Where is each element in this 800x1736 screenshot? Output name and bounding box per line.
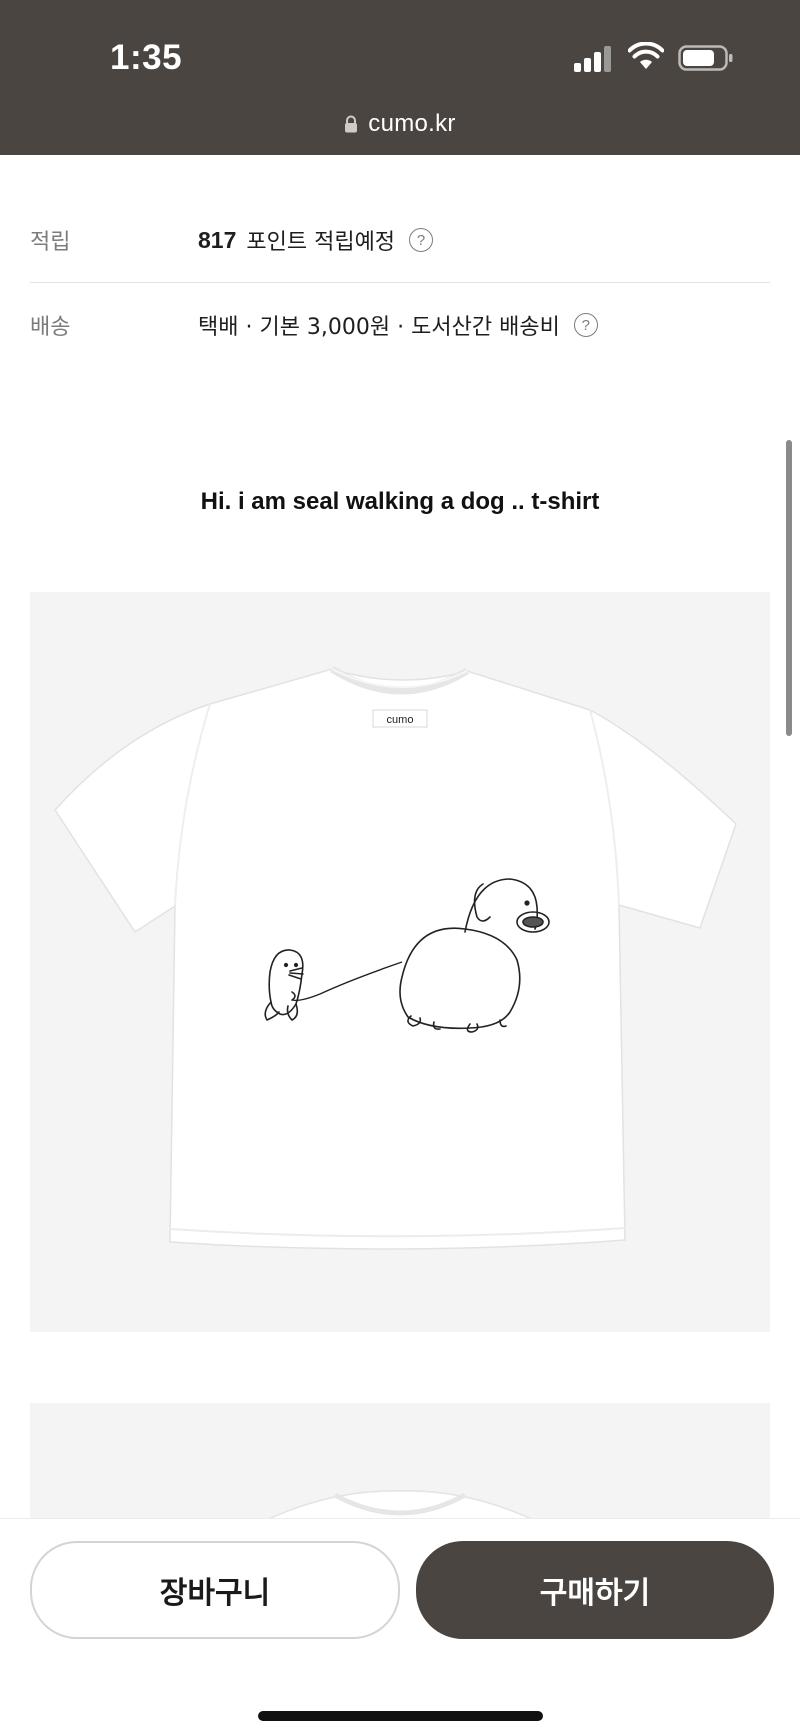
cellular-signal-icon	[574, 44, 612, 72]
status-time: 1:35	[110, 38, 183, 77]
add-to-cart-button[interactable]: 장바구니	[30, 1541, 400, 1639]
product-image-2	[30, 1403, 770, 1523]
shipping-row: 배송 택배 · 기본 3,000원 · 도서산간 배송비 ?	[30, 283, 770, 367]
reward-label: 적립	[30, 230, 71, 255]
reward-help-icon[interactable]: ?	[409, 228, 434, 252]
product-title: Hi. i am seal walking a dog .. t-shirt	[200, 488, 600, 515]
t-shirt-collar-preview	[259, 1490, 541, 1523]
shipping-value: 택배 · 기본 3,000원 · 도서산간 배송비 ?	[198, 309, 598, 341]
scroll-indicator[interactable]	[786, 440, 792, 736]
shipping-text: 택배 · 기본 3,000원 · 도서산간 배송비	[198, 315, 560, 340]
url-text: cumo.kr	[368, 110, 456, 137]
home-indicator[interactable]	[258, 1711, 543, 1721]
wifi-icon	[628, 42, 664, 69]
reward-points: 817	[198, 226, 237, 253]
address-bar[interactable]: cumo.kr	[0, 106, 800, 142]
shipping-help-icon[interactable]: ?	[573, 313, 598, 337]
reward-row: 적립 817 포인트 적립예정 ?	[30, 198, 770, 283]
product-image: cumo	[30, 592, 770, 1332]
shipping-label: 배송	[30, 315, 71, 340]
buy-now-button[interactable]: 구매하기	[416, 1541, 774, 1639]
battery-icon	[678, 45, 733, 71]
reward-value: 817 포인트 적립예정 ?	[198, 224, 434, 256]
lock-icon	[345, 115, 358, 133]
bottom-action-bar: 장바구니 구매하기	[0, 1518, 800, 1736]
browser-top-bar: 1:35 cumo.kr	[0, 0, 800, 155]
neck-tag-text: cumo	[387, 714, 414, 726]
reward-text: 포인트 적립예정	[246, 230, 396, 255]
t-shirt-illustration: cumo	[54, 666, 737, 1250]
